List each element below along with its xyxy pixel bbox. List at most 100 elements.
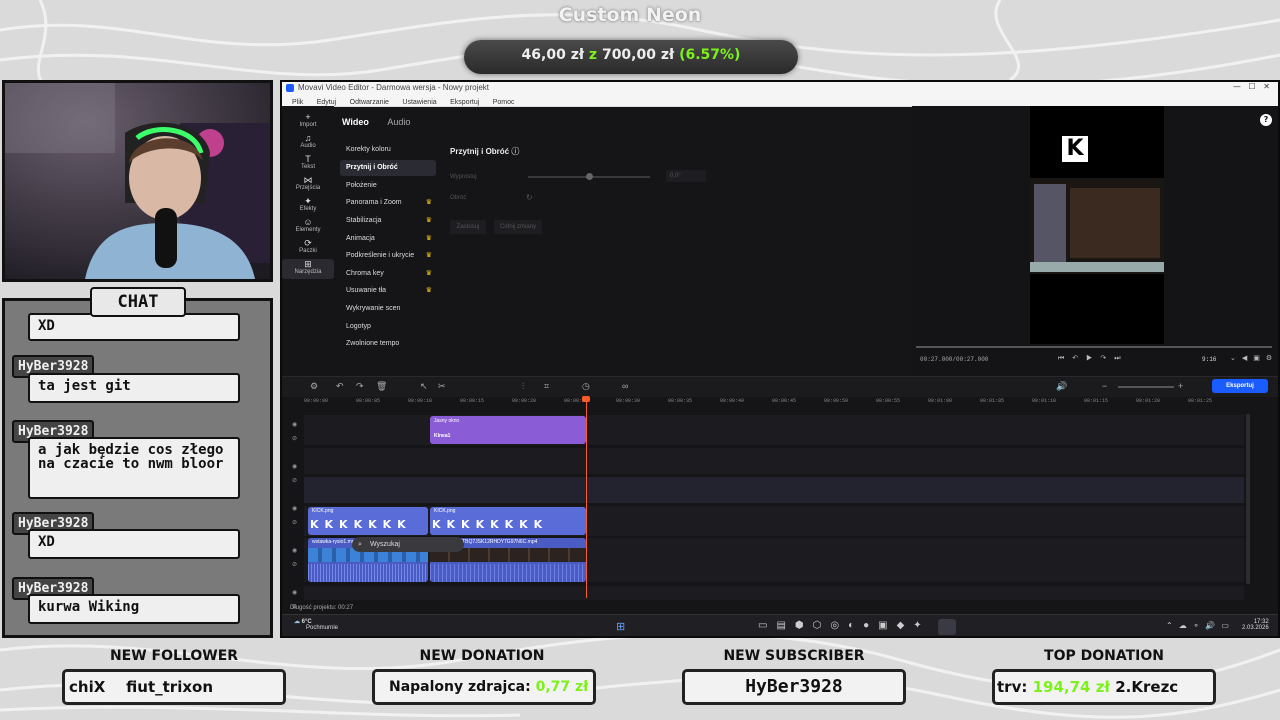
- window-controls[interactable]: — ☐ ✕: [1233, 82, 1270, 91]
- search-icon: ⌕: [358, 541, 362, 548]
- windows-taskbar: ☁ 6°C Pochmurnie ⊞ ▭▤⬢⬡◎◐●▣◆✦ ⌃☁⚬🔊▭ 17:3…: [282, 614, 1278, 636]
- undo-icon[interactable]: ↶: [336, 381, 344, 392]
- preview-options-icons[interactable]: ⌄◀▣⚙: [1230, 354, 1278, 362]
- ruler-tick: 00:00:55: [876, 398, 901, 404]
- preview-video-content: [1030, 178, 1164, 274]
- rail-text[interactable]: T Tekst: [282, 154, 334, 170]
- text-clip[interactable]: Jasny okno Klnea1: [430, 416, 586, 444]
- menu-help[interactable]: Pomoc: [493, 99, 515, 106]
- image-clip[interactable]: KICK.png KKKKKKKK: [430, 507, 586, 535]
- rail-label: Paczki: [299, 248, 317, 254]
- tool-animation[interactable]: Animacja ♛: [340, 231, 436, 247]
- rail-packs[interactable]: ⟳ Paczki: [282, 238, 334, 254]
- rail-effects[interactable]: ✦ Efekty: [282, 196, 334, 212]
- tool-chroma-key[interactable]: Chroma key ♛: [340, 266, 436, 282]
- tool-background-removal[interactable]: Usuwanie tła ♛: [340, 283, 436, 299]
- rotate-icon[interactable]: ↻: [526, 193, 533, 202]
- rail-import[interactable]: + Import: [282, 112, 334, 128]
- razor-icon[interactable]: ✂: [438, 381, 446, 392]
- image-clip-thumbs: KKKKKKK: [310, 518, 412, 531]
- rail-label: Audio: [300, 143, 316, 149]
- crown-icon: ♛: [425, 199, 432, 206]
- preview-overlay-stream: [1034, 184, 1066, 262]
- speed-icon[interactable]: ◷: [582, 381, 590, 392]
- tool-tabs: Wideo Audio: [342, 112, 424, 130]
- rotate-label: Obróć: [450, 195, 467, 201]
- menu-settings[interactable]: Ustawienia: [402, 99, 436, 106]
- tool-label: Wykrywanie scen: [346, 305, 401, 312]
- apply-button[interactable]: Zastosuj: [450, 220, 486, 234]
- chat-message: ta jest git: [28, 373, 240, 403]
- help-icon[interactable]: ?: [1260, 114, 1272, 126]
- rail-label: Tekst: [300, 164, 315, 170]
- settings-icon[interactable]: ⚙: [310, 381, 318, 392]
- rail-elements[interactable]: ☺ Elementy: [282, 217, 334, 233]
- taskbar-app-icons[interactable]: ▭▤⬢⬡◎◐●▣◆✦: [758, 620, 931, 631]
- timeline-scrollbar[interactable]: [1246, 414, 1250, 584]
- menu-edit[interactable]: Edytuj: [317, 99, 336, 106]
- ruler-tick: 00:00:50: [824, 398, 849, 404]
- split-icon[interactable]: ⫶: [522, 381, 524, 392]
- tab-audio[interactable]: Audio: [387, 117, 410, 127]
- menu-file[interactable]: Plik: [292, 99, 303, 106]
- tool-color-correction[interactable]: Korekty koloru: [340, 142, 436, 158]
- ruler-tick: 00:00:00: [304, 398, 329, 404]
- webcam-image: [5, 83, 270, 279]
- music-icon: ♫: [304, 133, 312, 143]
- taskbar-search[interactable]: ⌕ Wyszukaj: [352, 537, 464, 552]
- tool-pan-zoom[interactable]: Panorama i Zoom ♛: [340, 195, 436, 211]
- timeline-toolbar: ⚙ ↶ ↷ 🗑 ↖ ✂ ⫶ ⌗ ◷ ∞ 🔊 − +: [282, 376, 1278, 397]
- weather-desc: Pochmurnie: [306, 625, 339, 631]
- zoom-in-icon[interactable]: +: [1178, 381, 1183, 391]
- straighten-value-input[interactable]: 0,0°: [666, 170, 706, 182]
- tool-label: Podkreślenie i ukrycie: [346, 252, 415, 259]
- new-donation-label: NEW DONATION: [419, 648, 545, 664]
- windows-start-icon[interactable]: ⊞: [616, 620, 625, 633]
- goal-target: 700,00 zł: [601, 47, 675, 63]
- tool-scene-detection[interactable]: Wykrywanie scen: [340, 301, 436, 317]
- export-button[interactable]: Eksportuj: [1212, 379, 1268, 393]
- zoom-slider[interactable]: [1118, 386, 1174, 388]
- select-icon[interactable]: ↖: [420, 381, 428, 392]
- rail-audio[interactable]: ♫ Audio: [282, 133, 334, 149]
- system-tray-icons[interactable]: ⌃☁⚬🔊▭: [1166, 621, 1235, 630]
- crop-icon[interactable]: ⌗: [544, 381, 549, 392]
- tool-highlight-conceal[interactable]: Podkreślenie i ukrycie ♛: [340, 248, 436, 264]
- weather-widget[interactable]: ☁ 6°C Pochmurnie: [294, 618, 338, 631]
- rail-tools[interactable]: ⊞ Narzędzia: [282, 259, 334, 279]
- tool-logo[interactable]: Logotyp: [340, 319, 436, 335]
- menu-export[interactable]: Eksportuj: [450, 99, 479, 106]
- preview-scrubber[interactable]: [916, 346, 1272, 348]
- ruler-tick: 00:01:25: [1188, 398, 1213, 404]
- link-icon[interactable]: ∞: [622, 381, 628, 391]
- undo-changes-button[interactable]: Cofnij zmiany: [494, 220, 542, 234]
- zoom-out-icon[interactable]: −: [1102, 381, 1107, 391]
- clock-date: 2.03.2026: [1242, 625, 1269, 631]
- playhead-handle[interactable]: [582, 396, 590, 402]
- tool-position[interactable]: Położenie: [340, 178, 436, 194]
- help-icon[interactable]: ⓘ: [511, 147, 519, 156]
- taskbar-active-app[interactable]: [938, 619, 956, 635]
- delete-icon[interactable]: 🗑: [376, 381, 387, 392]
- aspect-ratio-select[interactable]: 9:16: [1202, 356, 1216, 363]
- playback-controls[interactable]: ⏮↶▶↷⏭: [1058, 354, 1129, 363]
- image-clip[interactable]: KICK.png KKKKKKK: [308, 507, 428, 535]
- goal-separator: z: [588, 47, 598, 63]
- top-donation-label: TOP DONATION: [1044, 648, 1164, 664]
- image-clip-label: KICK.png: [312, 508, 334, 514]
- rail-transitions[interactable]: ⋈ Przejścia: [282, 175, 334, 191]
- volume-icon[interactable]: 🔊: [1056, 381, 1067, 392]
- track-empty-2: [304, 477, 1244, 503]
- taskbar-clock[interactable]: 17:32 2.03.2026: [1242, 619, 1269, 631]
- redo-icon[interactable]: ↷: [356, 381, 364, 392]
- ruler-tick: 00:01:10: [1032, 398, 1057, 404]
- tool-crop-rotate[interactable]: Przytnij i Obróć: [340, 160, 436, 176]
- tool-stabilization[interactable]: Stabilizacja ♛: [340, 213, 436, 229]
- tab-video[interactable]: Wideo: [342, 117, 369, 127]
- menu-playback[interactable]: Odtwarzanie: [350, 99, 389, 106]
- tool-slow-motion[interactable]: Zwolnione tempo: [340, 336, 436, 352]
- chat-message: kurwa Wiking: [28, 594, 240, 624]
- ruler-tick: 00:00:35: [668, 398, 693, 404]
- straighten-slider-handle[interactable]: [586, 173, 593, 180]
- playhead[interactable]: [586, 398, 587, 598]
